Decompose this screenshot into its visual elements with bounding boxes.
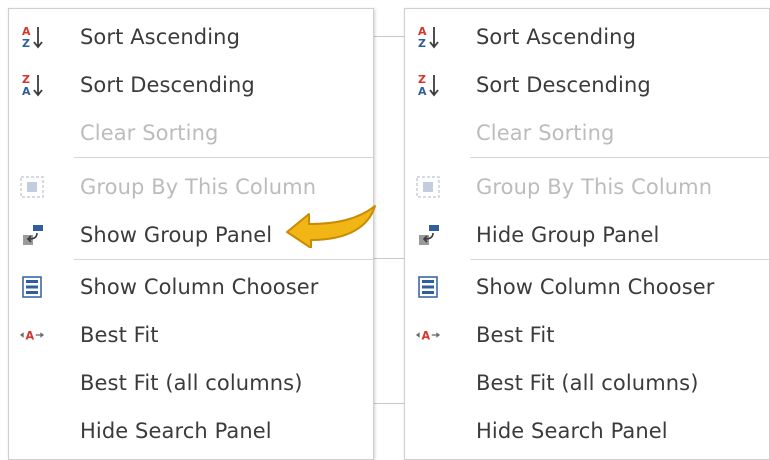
sort-descending-icon: Z A — [415, 72, 441, 98]
menu-separator — [74, 157, 373, 158]
menu-item-label: Sort Ascending — [80, 25, 241, 49]
best-fit-icon: A — [415, 322, 441, 348]
menu-item-sort-ascending[interactable]: A Z Sort Ascending — [405, 13, 769, 61]
menu-item-show-column-chooser[interactable]: Show Column Chooser — [9, 263, 373, 311]
menu-item-clear-sorting: Clear Sorting — [405, 109, 769, 157]
menu-item-label: Sort Ascending — [476, 25, 637, 49]
group-by-column-icon — [19, 174, 45, 200]
menu-item-label: Sort Descending — [476, 73, 651, 97]
context-menu-right: A Z Sort Ascending Z A Sort Descending C… — [404, 8, 770, 460]
menu-item-best-fit[interactable]: A Best Fit — [405, 311, 769, 359]
menu-item-label: Show Column Chooser — [80, 275, 319, 299]
menu-item-best-fit-all-columns[interactable]: Best Fit (all columns) — [405, 359, 769, 407]
menu-item-hide-search-panel[interactable]: Hide Search Panel — [9, 407, 373, 455]
menu-item-label: Best Fit (all columns) — [80, 371, 303, 395]
menu-item-label: Group By This Column — [476, 175, 713, 199]
menu-item-clear-sorting: Clear Sorting — [9, 109, 373, 157]
best-fit-icon: A — [19, 322, 45, 348]
svg-text:A: A — [22, 85, 31, 98]
menu-item-show-column-chooser[interactable]: Show Column Chooser — [405, 263, 769, 311]
callout-arrow-icon — [286, 205, 376, 248]
menu-item-label: Best Fit (all columns) — [476, 371, 699, 395]
menu-separator — [470, 259, 769, 260]
svg-text:A: A — [422, 330, 431, 343]
menu-item-label: Show Group Panel — [80, 223, 273, 247]
menu-item-best-fit-all-columns[interactable]: Best Fit (all columns) — [9, 359, 373, 407]
menu-item-hide-search-panel[interactable]: Hide Search Panel — [405, 407, 769, 455]
menu-item-sort-descending[interactable]: Z A Sort Descending — [9, 61, 373, 109]
menu-item-label: Best Fit — [80, 323, 159, 347]
group-panel-icon — [19, 222, 45, 248]
menu-item-sort-descending[interactable]: Z A Sort Descending — [405, 61, 769, 109]
menu-item-label: Show Column Chooser — [476, 275, 715, 299]
sort-ascending-icon: A Z — [415, 24, 441, 50]
menu-separator — [74, 259, 373, 260]
menu-separator — [470, 157, 769, 158]
svg-text:A: A — [26, 330, 35, 343]
svg-text:A: A — [418, 85, 427, 98]
group-panel-icon — [415, 222, 441, 248]
menu-item-best-fit[interactable]: A Best Fit — [9, 311, 373, 359]
menu-item-label: Clear Sorting — [80, 121, 219, 145]
menu-item-label: Group By This Column — [80, 175, 317, 199]
svg-text:Z: Z — [418, 37, 426, 50]
grid-line — [372, 258, 404, 259]
column-chooser-icon — [19, 274, 45, 300]
menu-item-group-by-column: Group By This Column — [405, 163, 769, 211]
group-by-column-icon — [415, 174, 441, 200]
svg-text:Z: Z — [22, 37, 30, 50]
sort-ascending-icon: A Z — [19, 24, 45, 50]
menu-item-label: Best Fit — [476, 323, 555, 347]
sort-descending-icon: Z A — [19, 72, 45, 98]
menu-item-label: Hide Group Panel — [476, 223, 660, 247]
grid-line — [372, 36, 404, 37]
column-chooser-icon — [415, 274, 441, 300]
menu-item-label: Clear Sorting — [476, 121, 615, 145]
menu-item-hide-group-panel[interactable]: Hide Group Panel — [405, 211, 769, 259]
grid-line — [372, 403, 404, 404]
menu-item-label: Sort Descending — [80, 73, 255, 97]
menu-item-label: Hide Search Panel — [476, 419, 668, 443]
menu-item-sort-ascending[interactable]: A Z Sort Ascending — [9, 13, 373, 61]
menu-item-label: Hide Search Panel — [80, 419, 272, 443]
